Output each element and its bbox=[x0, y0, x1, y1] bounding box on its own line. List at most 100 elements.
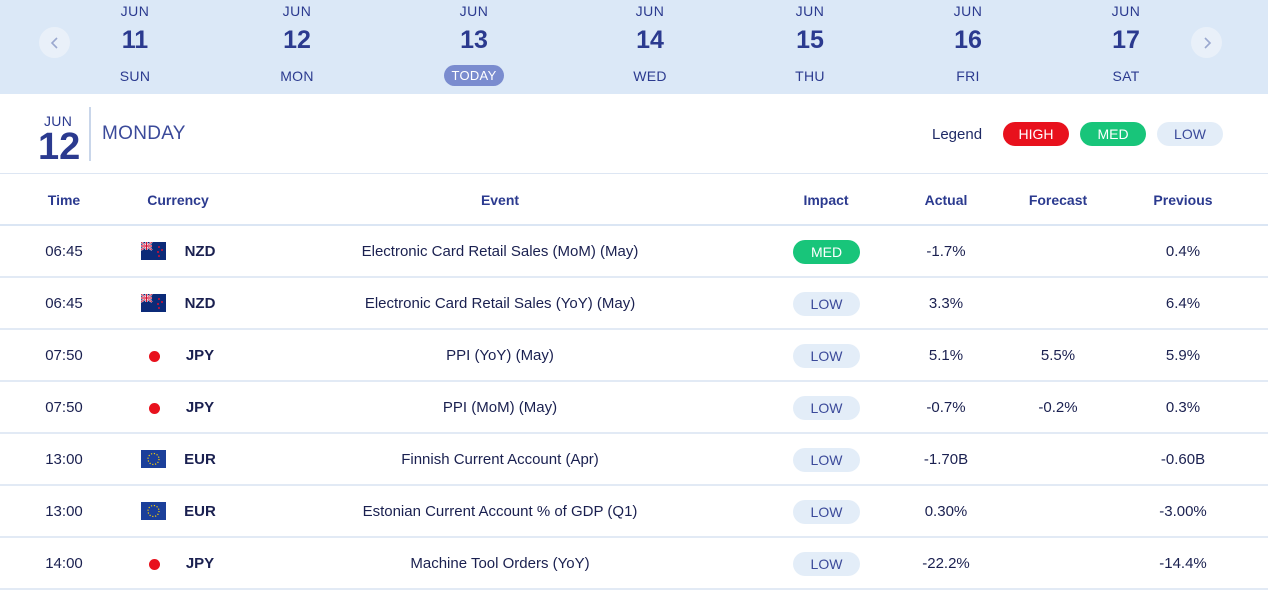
day-number: 12 bbox=[283, 26, 311, 54]
row-currency: JPY bbox=[185, 347, 215, 364]
row-actual: 5.1% bbox=[928, 347, 964, 364]
day-number: 16 bbox=[954, 26, 982, 54]
row-time: 07:50 bbox=[45, 347, 83, 364]
day-thu-15[interactable]: JUN 15 THU bbox=[760, 0, 860, 94]
date-strip: JUN 11 SUN JUN 12 MON JUN 13 TODAY JUN 1… bbox=[0, 0, 1268, 94]
row-forecast: 5.5% bbox=[1040, 347, 1076, 364]
table-row[interactable]: 14:00 JPY Machine Tool Orders (YoY) LOW … bbox=[0, 538, 1268, 590]
legend-low-badge: LOW bbox=[1157, 122, 1223, 146]
impact-badge: LOW bbox=[793, 344, 860, 368]
table-row[interactable]: 13:00 EUR Finnish Current Account (Apr) … bbox=[0, 434, 1268, 486]
day-fri-16[interactable]: JUN 16 FRI bbox=[918, 0, 1018, 94]
row-actual: 3.3% bbox=[928, 295, 964, 312]
day-number: 11 bbox=[121, 26, 149, 54]
day-weekday: SUN bbox=[119, 68, 151, 84]
row-actual: -0.7% bbox=[926, 399, 966, 416]
row-time: 07:50 bbox=[45, 399, 83, 416]
japan-flag-icon bbox=[149, 403, 160, 414]
day-weekday: WED bbox=[633, 68, 667, 84]
row-actual: -22.2% bbox=[922, 555, 970, 572]
day-weekday: SAT bbox=[1112, 68, 1140, 84]
header-actual: Actual bbox=[924, 192, 968, 208]
day-month: JUN bbox=[1111, 3, 1141, 19]
row-event: Finnish Current Account (Apr) bbox=[401, 451, 599, 468]
day-sun-11[interactable]: JUN 11 SUN bbox=[85, 0, 185, 94]
row-actual: -1.70B bbox=[923, 451, 969, 468]
impact-badge: LOW bbox=[793, 292, 860, 316]
next-week-button[interactable] bbox=[1191, 27, 1222, 58]
eu-flag-icon bbox=[141, 502, 166, 520]
row-time: 06:45 bbox=[45, 295, 83, 312]
table-row[interactable]: 06:45 NZD Electronic Card Retail Sales (… bbox=[0, 278, 1268, 330]
day-month: JUN bbox=[953, 3, 983, 19]
day-month: JUN bbox=[282, 3, 312, 19]
row-previous: 5.9% bbox=[1165, 347, 1201, 364]
row-time: 06:45 bbox=[45, 243, 83, 260]
row-event: PPI (YoY) (May) bbox=[446, 347, 554, 364]
header-forecast: Forecast bbox=[1028, 192, 1088, 208]
row-currency: JPY bbox=[185, 399, 215, 416]
day-number: 17 bbox=[1112, 26, 1140, 54]
row-previous: 6.4% bbox=[1165, 295, 1201, 312]
row-actual: -1.7% bbox=[926, 243, 966, 260]
legend-med-badge: MED bbox=[1080, 122, 1146, 146]
day-sat-17[interactable]: JUN 17 SAT bbox=[1076, 0, 1176, 94]
japan-flag-icon bbox=[149, 351, 160, 362]
row-currency: EUR bbox=[184, 503, 216, 520]
row-currency: NZD bbox=[184, 295, 216, 312]
header-previous: Previous bbox=[1153, 192, 1213, 208]
row-currency: NZD bbox=[184, 243, 216, 260]
day-month: JUN bbox=[459, 3, 489, 19]
row-previous: 0.4% bbox=[1165, 243, 1201, 260]
table-row[interactable]: 07:50 JPY PPI (YoY) (May) LOW 5.1% 5.5% … bbox=[0, 330, 1268, 382]
row-event: Machine Tool Orders (YoY) bbox=[410, 555, 590, 572]
selected-day-header: JUN 12 MONDAY Legend HIGH MED LOW bbox=[0, 94, 1268, 174]
row-actual: 0.30% bbox=[924, 503, 968, 520]
row-event: Electronic Card Retail Sales (MoM) (May) bbox=[361, 243, 639, 260]
day-month: JUN bbox=[795, 3, 825, 19]
header-impact: Impact bbox=[803, 192, 849, 208]
day-today-13[interactable]: JUN 13 TODAY bbox=[424, 0, 524, 94]
impact-badge: LOW bbox=[793, 448, 860, 472]
chevron-left-icon bbox=[50, 36, 58, 49]
new-zealand-flag-icon bbox=[141, 294, 166, 312]
row-time: 13:00 bbox=[45, 503, 83, 520]
day-number: 15 bbox=[796, 26, 824, 54]
row-event: Electronic Card Retail Sales (YoY) (May) bbox=[364, 295, 636, 312]
row-event: PPI (MoM) (May) bbox=[442, 399, 558, 416]
japan-flag-icon bbox=[149, 559, 160, 570]
table-header: Time Currency Event Impact Actual Foreca… bbox=[0, 174, 1268, 226]
selected-day-number: 12 bbox=[38, 126, 81, 168]
day-weekday: FRI bbox=[956, 68, 980, 84]
row-previous: -0.60B bbox=[1160, 451, 1206, 468]
table-row[interactable]: 13:00 EUR Estonian Current Account % of … bbox=[0, 486, 1268, 538]
row-previous: -3.00% bbox=[1159, 503, 1207, 520]
day-month: JUN bbox=[120, 3, 150, 19]
day-number: 13 bbox=[460, 26, 488, 54]
table-row[interactable]: 07:50 JPY PPI (MoM) (May) LOW -0.7% -0.2… bbox=[0, 382, 1268, 434]
header-time: Time bbox=[47, 192, 81, 208]
selected-day-weekday: MONDAY bbox=[102, 123, 186, 144]
row-previous: 0.3% bbox=[1165, 399, 1201, 416]
chevron-right-icon bbox=[1203, 36, 1211, 49]
legend-high-badge: HIGH bbox=[1003, 122, 1069, 146]
day-mon-12[interactable]: JUN 12 MON bbox=[247, 0, 347, 94]
header-currency: Currency bbox=[147, 192, 209, 208]
row-event: Estonian Current Account % of GDP (Q1) bbox=[362, 503, 638, 520]
eu-flag-icon bbox=[141, 450, 166, 468]
day-weekday: MON bbox=[280, 68, 314, 84]
prev-week-button[interactable] bbox=[39, 27, 70, 58]
table-row[interactable]: 06:45 NZD Electronic Card Retail Sales (… bbox=[0, 226, 1268, 278]
day-number: 14 bbox=[636, 26, 664, 54]
row-time: 13:00 bbox=[45, 451, 83, 468]
row-forecast: -0.2% bbox=[1038, 399, 1078, 416]
header-event: Event bbox=[480, 192, 520, 208]
row-currency: JPY bbox=[185, 555, 215, 572]
day-wed-14[interactable]: JUN 14 WED bbox=[600, 0, 700, 94]
impact-badge: MED bbox=[793, 240, 860, 264]
impact-badge: LOW bbox=[793, 500, 860, 524]
today-badge: TODAY bbox=[444, 65, 504, 86]
day-month: JUN bbox=[635, 3, 665, 19]
row-previous: -14.4% bbox=[1159, 555, 1207, 572]
day-weekday: THU bbox=[795, 68, 825, 84]
